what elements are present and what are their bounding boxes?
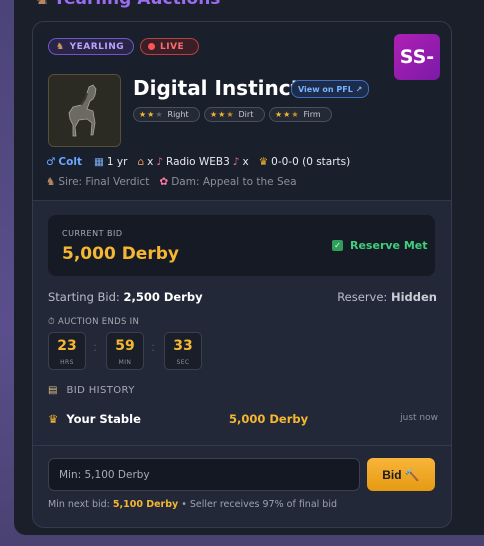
male-icon: ♂ — [46, 156, 56, 168]
trait-pill-ground: ★★★ Firm — [269, 107, 332, 122]
reserve-met-status: ✓ Reserve Met — [332, 239, 428, 252]
timer-minutes: 59 MIN — [106, 332, 144, 370]
timer-seconds: 33 SEC — [164, 332, 202, 370]
guitar-icon: ♪ — [156, 156, 164, 168]
horse-icon: ♞ — [56, 41, 65, 52]
bid-history-label: ▤ BID HISTORY — [48, 385, 135, 396]
clipboard-icon: ▤ — [48, 385, 58, 396]
auction-ends-label: ⏱ AUCTION ENDS IN — [48, 317, 140, 327]
star-rating-icon: ★★★ — [275, 110, 300, 119]
trait-pill-direction: ★★★ Right — [133, 107, 200, 122]
checkmark-icon: ✓ — [332, 240, 343, 251]
horse-image — [48, 74, 121, 147]
current-bid-label: CURRENT BID — [62, 229, 123, 238]
crown-icon: ♛ — [48, 412, 59, 426]
star-rating-icon: ★★★ — [210, 110, 235, 119]
timer-hours: 23 HRS — [48, 332, 86, 370]
guitar-icon: ♪ — [232, 156, 240, 168]
yearling-badge: ♞ YEARLING — [48, 38, 134, 55]
clock-icon: ⏱ — [48, 317, 55, 327]
left-edge-strip — [0, 0, 14, 546]
timer-separator: : — [151, 340, 156, 354]
current-bid-box: CURRENT BID 5,000 Derby ✓ Reserve Met — [48, 215, 435, 276]
horse-icon: ♞ — [34, 0, 49, 9]
bid-button[interactable]: Bid 🔨 — [367, 458, 435, 491]
current-bid-value: 5,000 Derby — [62, 244, 179, 264]
pedigree: ♞ Sire: Final Verdict ✿ Dam: Appeal to t… — [46, 176, 297, 188]
bid-history-row: ♛ Your Stable 5,000 Derby just now — [48, 412, 438, 426]
page-title: ♞Yearling Auctions — [34, 0, 220, 9]
starting-bid: Starting Bid: 2,500 Derby — [48, 290, 203, 304]
horse-icon: ♞ — [46, 176, 56, 188]
flower-icon: ✿ — [159, 176, 169, 188]
live-badge: LIVE — [140, 38, 199, 55]
stable-logo: SS- — [394, 34, 440, 80]
trophy-icon: ♛ — [258, 156, 269, 168]
trait-pill-surface: ★★★ Dirt — [204, 107, 265, 122]
reserve-info: Reserve: Hidden — [337, 290, 437, 304]
bid-amount-input[interactable] — [48, 458, 360, 491]
star-rating-icon: ★★★ — [139, 110, 164, 119]
live-dot-icon — [148, 43, 155, 50]
auction-card: ♞ YEARLING LIVE SS- Digital Instinct Vie… — [32, 21, 452, 528]
view-on-pfl-link[interactable]: View on PFL ↗ — [291, 80, 370, 98]
timer-separator: : — [93, 340, 98, 354]
stable-icon: ⌂ — [137, 156, 145, 168]
divider — [33, 445, 451, 446]
min-bid-note: Min next bid: 5,100 Derby • Seller recei… — [48, 499, 338, 510]
calendar-icon: ▦ — [93, 156, 104, 168]
horse-details: ♂ Colt ▦ 1 yr ⌂ x ♪ Radio WEB3 ♪ x ♛ 0-0… — [46, 156, 351, 168]
horse-name: Digital Instinct — [133, 76, 301, 100]
horse-header: ♞ YEARLING LIVE SS- Digital Instinct Vie… — [33, 22, 451, 201]
